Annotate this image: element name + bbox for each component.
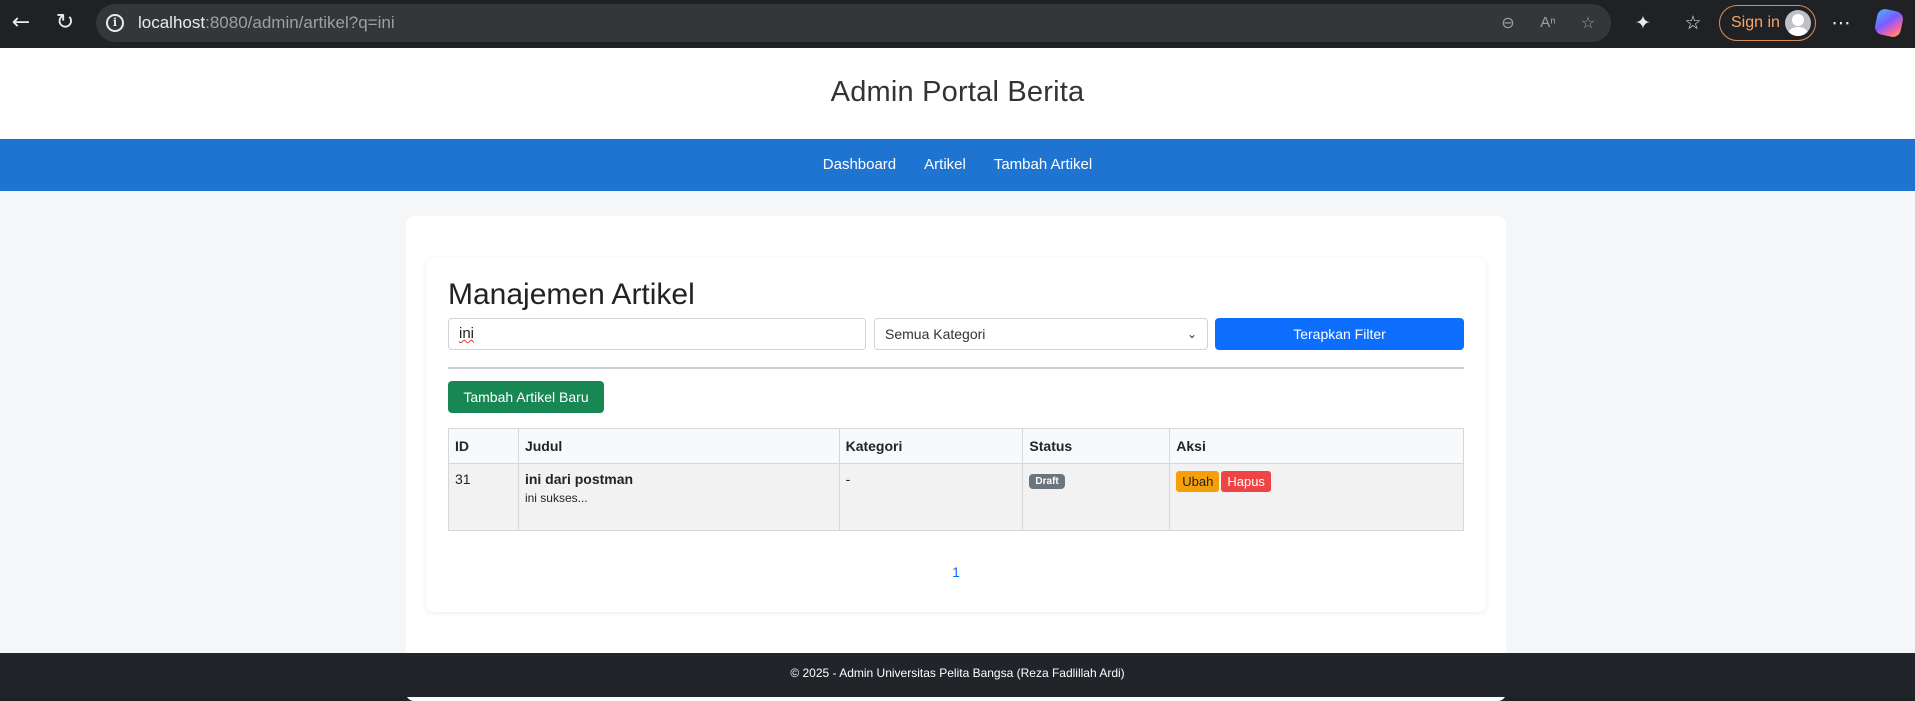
table-header-row: ID Judul Kategori Status Aksi (448, 428, 1464, 464)
url-path: :8080/admin/artikel?q=ini (205, 13, 395, 32)
nav-link-artikel[interactable]: Artikel (924, 139, 966, 191)
edit-button[interactable]: Ubah (1176, 471, 1220, 492)
url-host: localhost (138, 13, 206, 32)
pagination: 1 (426, 564, 1486, 580)
cell-judul: ini dari postman ini sukses... (517, 463, 840, 531)
site-header: Admin Portal Berita (0, 48, 1915, 138)
footer-text: © 2025 - Admin Universitas Pelita Bangsa… (790, 666, 1125, 680)
articles-table: ID Judul Kategori Status Aksi 31 ini dar… (448, 428, 1464, 531)
url-text[interactable]: localhost:8080/admin/artikel?q=ini (138, 13, 395, 33)
site-footer: © 2025 - Admin Universitas Pelita Bangsa… (0, 653, 1915, 697)
extensions-icon[interactable]: ✦ (1629, 9, 1657, 37)
cell-kategori: - (838, 463, 1024, 531)
page-link-1[interactable]: 1 (952, 564, 960, 580)
table-row: 31 ini dari postman ini sukses... - Draf… (448, 463, 1464, 531)
page-viewport: Admin Portal Berita Dashboard Artikel Ta… (0, 48, 1915, 701)
site-title: Admin Portal Berita (830, 76, 1085, 108)
divider (448, 367, 1464, 369)
column-header-judul: Judul (517, 428, 840, 464)
nav-link-dashboard[interactable]: Dashboard (823, 139, 896, 191)
article-title: ini dari postman (524, 471, 634, 487)
favorites-icon[interactable]: ☆ (1679, 9, 1707, 37)
sign-in-button[interactable]: Sign in (1719, 5, 1816, 41)
column-header-kategori: Kategori (838, 428, 1024, 464)
article-excerpt: ini sukses... (524, 491, 588, 505)
profile-avatar-icon (1785, 10, 1811, 36)
apply-filter-button[interactable]: Terapkan Filter (1215, 318, 1464, 350)
copilot-icon[interactable] (1873, 7, 1905, 39)
search-input[interactable]: ini (448, 318, 866, 350)
main-nav: Dashboard Artikel Tambah Artikel (0, 139, 1915, 191)
cell-id: 31 (448, 463, 519, 531)
column-header-status: Status (1022, 428, 1171, 464)
category-select-value: Semua Kategori (885, 326, 986, 342)
back-icon[interactable]: ← (6, 8, 36, 38)
article-management-card: Manajemen Artikel ini Semua Kategori ⌄ T… (426, 258, 1486, 612)
read-aloud-icon[interactable]: Aⁿ (1537, 12, 1559, 34)
add-article-button[interactable]: Tambah Artikel Baru (448, 381, 604, 413)
cell-aksi: Ubah Hapus (1169, 463, 1464, 531)
category-select[interactable]: Semua Kategori ⌄ (874, 318, 1208, 350)
favorite-star-icon[interactable]: ☆ (1577, 12, 1599, 34)
address-bar[interactable]: i localhost:8080/admin/artikel?q=ini ⊖ A… (96, 4, 1611, 42)
refresh-icon[interactable]: ↻ (50, 8, 80, 38)
chevron-down-icon: ⌄ (1186, 327, 1197, 341)
site-info-icon[interactable]: i (106, 14, 124, 32)
content-container: Manajemen Artikel ini Semua Kategori ⌄ T… (406, 216, 1506, 701)
sign-in-label: Sign in (1731, 14, 1780, 31)
page-title: Manajemen Artikel (448, 278, 695, 311)
status-badge: Draft (1029, 474, 1065, 489)
column-header-aksi: Aksi (1169, 428, 1464, 464)
more-menu-icon[interactable]: ⋯ (1827, 9, 1855, 37)
cell-status: Draft (1022, 463, 1171, 531)
zoom-out-icon[interactable]: ⊖ (1497, 12, 1519, 34)
search-input-value: ini (459, 325, 475, 342)
delete-button[interactable]: Hapus (1221, 471, 1271, 492)
column-header-id: ID (448, 428, 519, 464)
nav-link-tambah-artikel[interactable]: Tambah Artikel (994, 139, 1092, 191)
browser-toolbar: ← ↻ i localhost:8080/admin/artikel?q=ini… (0, 0, 1915, 46)
